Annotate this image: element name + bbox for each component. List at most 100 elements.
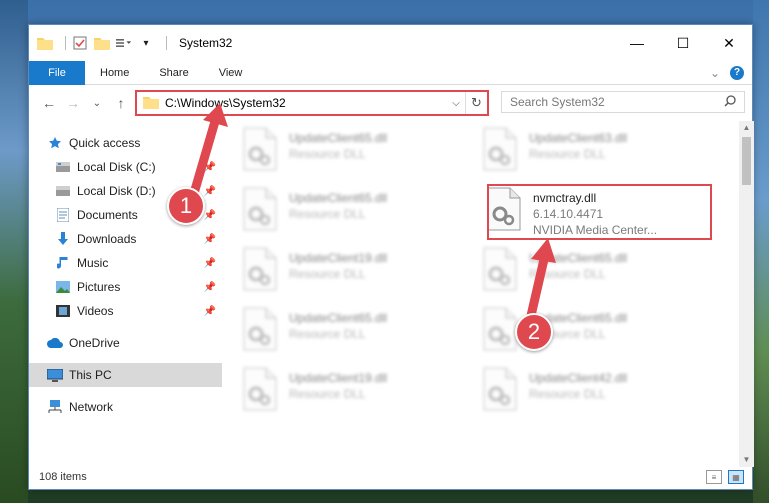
- tab-share[interactable]: Share: [144, 61, 203, 85]
- chevron-down-icon[interactable]: ▾: [138, 35, 154, 51]
- search-box[interactable]: Search System32: [501, 91, 745, 113]
- file-name: UpdateClient65.dll: [529, 251, 628, 265]
- ribbon-right-controls: ⌄ ?: [710, 65, 752, 80]
- pin-icon[interactable]: 📌: [204, 186, 216, 197]
- file-description: Resource DLL: [289, 387, 366, 401]
- sidebar-item-downloads[interactable]: Downloads 📌: [29, 227, 222, 251]
- scroll-thumb[interactable]: [742, 137, 751, 185]
- sidebar-item-music[interactable]: Music 📌: [29, 251, 222, 275]
- tab-home[interactable]: Home: [85, 61, 144, 85]
- sidebar-item-this-pc[interactable]: This PC: [29, 363, 222, 387]
- scroll-up-button[interactable]: ▲: [739, 121, 754, 135]
- chevron-down-icon[interactable]: ⌄: [710, 66, 720, 80]
- step-one-marker: 1: [167, 187, 205, 225]
- desktop-background-left: [0, 0, 28, 503]
- sidebar-item-label: Downloads: [77, 232, 137, 246]
- address-path[interactable]: C:\Windows\System32: [165, 96, 286, 110]
- network-icon: [47, 399, 63, 415]
- file-description: Resource DLL: [289, 267, 366, 281]
- highlight-box: [487, 184, 712, 240]
- file-description: Resource DLL: [289, 207, 366, 221]
- sidebar-item-label: Videos: [77, 304, 114, 318]
- file-description: Resource DLL: [529, 147, 606, 161]
- forward-button[interactable]: →: [61, 91, 85, 115]
- dll-file-icon: [243, 247, 279, 293]
- maximize-button[interactable]: ☐: [660, 25, 706, 61]
- file-name: UpdateClient65.dll: [289, 191, 388, 205]
- sidebar-item-videos[interactable]: Videos 📌: [29, 299, 222, 323]
- navigation-pane: Quick access Local Disk (C:) 📌 Local Dis…: [29, 121, 222, 467]
- file-item[interactable]: UpdateClient65.dll Resource DLL: [243, 307, 463, 363]
- dll-file-icon: [483, 247, 519, 293]
- close-button[interactable]: ✕: [706, 25, 752, 61]
- sidebar-item-local-disk-c[interactable]: Local Disk (C:) 📌: [29, 155, 222, 179]
- pin-icon[interactable]: 📌: [204, 258, 216, 269]
- computer-icon: [47, 367, 63, 383]
- sidebar-item-pictures[interactable]: Pictures 📌: [29, 275, 222, 299]
- sidebar-item-label: OneDrive: [69, 336, 120, 350]
- item-count: 108 items: [39, 471, 87, 483]
- properties-icon[interactable]: [72, 35, 88, 51]
- file-name: UpdateClient19.dll: [289, 251, 388, 265]
- dll-file-icon: [243, 187, 279, 233]
- details-view-icon[interactable]: ≡: [706, 470, 722, 484]
- dll-file-icon: [243, 367, 279, 413]
- disk-icon: [55, 183, 71, 199]
- tab-view[interactable]: View: [204, 61, 258, 85]
- pin-icon[interactable]: 📌: [204, 306, 216, 317]
- sidebar-item-quick-access[interactable]: Quick access: [29, 131, 222, 155]
- navigation-bar: ← → ⌄ ↑ C:\Windows\System32 ⌵ ↻ Search S…: [29, 85, 752, 121]
- file-item[interactable]: UpdateClient19.dll Resource DLL: [243, 247, 463, 303]
- dll-file-icon: [243, 127, 279, 173]
- file-description: Resource DLL: [289, 327, 366, 341]
- up-button[interactable]: ↑: [109, 91, 133, 115]
- window-controls: — ☐ ✕: [614, 25, 752, 61]
- desktop-background-right: [753, 0, 769, 503]
- sidebar-item-label: This PC: [69, 368, 112, 382]
- file-item[interactable]: UpdateClient63.dll Resource DLL: [483, 127, 703, 183]
- file-name: UpdateClient42.dll: [529, 371, 628, 385]
- new-folder-icon[interactable]: [94, 35, 110, 51]
- search-icon[interactable]: [724, 94, 736, 110]
- star-icon: [47, 135, 63, 151]
- file-explorer-window: ▾ System32 — ☐ ✕ File Home Share View ⌄ …: [28, 24, 754, 490]
- recent-locations-button[interactable]: ⌄: [85, 91, 109, 115]
- pin-icon[interactable]: 📌: [204, 234, 216, 245]
- customize-toolbar-icon[interactable]: [116, 35, 132, 51]
- sidebar-item-label: Quick access: [69, 136, 141, 150]
- cloud-icon: [47, 335, 63, 351]
- search-input[interactable]: Search System32: [510, 95, 605, 109]
- file-item[interactable]: UpdateClient65.dll Resource DLL: [243, 127, 463, 183]
- music-icon: [55, 255, 71, 271]
- vertical-scrollbar[interactable]: ▲ ▼: [739, 121, 754, 467]
- file-item[interactable]: UpdateClient65.dll Resource DLL: [483, 247, 703, 303]
- back-button[interactable]: ←: [37, 91, 61, 115]
- view-switcher: ≡ ▦: [706, 470, 754, 484]
- folder-icon[interactable]: [37, 35, 53, 51]
- pin-icon[interactable]: 📌: [204, 162, 216, 173]
- sidebar-item-label: Network: [69, 400, 114, 414]
- pin-icon[interactable]: 📌: [204, 210, 216, 221]
- chevron-down-icon[interactable]: ⌵: [447, 98, 465, 109]
- videos-icon: [55, 303, 71, 319]
- title-separator: [166, 36, 167, 50]
- sidebar-item-network[interactable]: Network: [29, 395, 222, 419]
- refresh-button[interactable]: ↻: [465, 92, 487, 114]
- sidebar-item-label: Documents: [77, 208, 138, 222]
- tiles-view-icon[interactable]: ▦: [728, 470, 744, 484]
- sidebar-item-onedrive[interactable]: OneDrive: [29, 331, 222, 355]
- file-description: Resource DLL: [529, 387, 606, 401]
- file-item[interactable]: UpdateClient19.dll Resource DLL: [243, 367, 463, 423]
- sidebar-item-label: Music: [77, 256, 109, 270]
- help-icon[interactable]: ?: [730, 65, 744, 80]
- minimize-button[interactable]: —: [614, 25, 660, 61]
- file-item[interactable]: UpdateClient42.dll Resource DLL: [483, 367, 703, 423]
- file-item[interactable]: UpdateClient65.dll Resource DLL: [243, 187, 463, 243]
- sidebar-item-label: Local Disk (C:): [77, 160, 156, 174]
- tab-file[interactable]: File: [29, 60, 85, 85]
- pin-icon[interactable]: 📌: [204, 282, 216, 293]
- file-name: UpdateClient19.dll: [289, 371, 388, 385]
- address-bar[interactable]: C:\Windows\System32 ⌵ ↻: [135, 90, 489, 116]
- file-list: UpdateClient65.dll Resource DLL UpdateCli…: [222, 121, 754, 467]
- dll-file-icon: [483, 127, 519, 173]
